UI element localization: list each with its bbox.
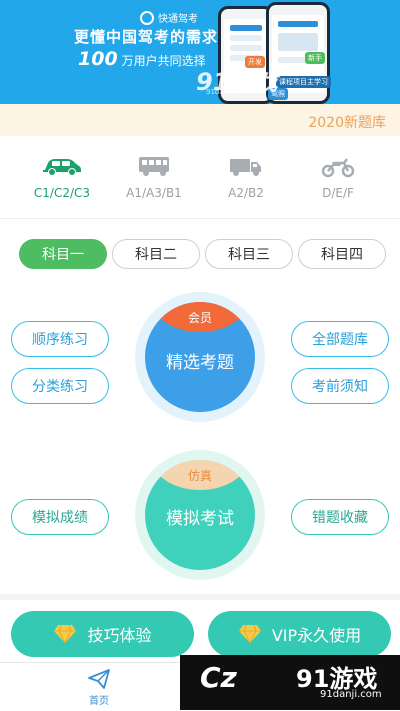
divider bbox=[0, 594, 400, 600]
bus-icon bbox=[139, 157, 169, 176]
truck-icon bbox=[230, 159, 261, 176]
diamond-icon bbox=[54, 624, 77, 644]
practice-circle[interactable]: 会员 精选考题 bbox=[145, 302, 255, 412]
tab-subject-1[interactable]: 科目一 bbox=[19, 239, 107, 269]
car-icon bbox=[43, 159, 81, 176]
divider bbox=[0, 218, 400, 219]
license-label: A1/A3/B1 bbox=[126, 186, 182, 200]
license-tab-a1[interactable]: A1/A3/B1 bbox=[114, 154, 194, 210]
sequential-practice-button[interactable]: 顺序练习 bbox=[11, 321, 109, 357]
exam-circle[interactable]: 仿真 模拟考试 bbox=[145, 460, 255, 570]
vip-button[interactable]: VIP永久使用 bbox=[208, 611, 391, 657]
simulation-badge: 仿真 bbox=[150, 460, 250, 490]
license-label: C1/C2/C3 bbox=[33, 186, 91, 200]
skills-trial-button[interactable]: 技巧体验 bbox=[11, 611, 194, 657]
banner-users: 100 万用户共同选择 bbox=[78, 48, 206, 70]
banner-brand: 快通驾考 bbox=[140, 10, 198, 25]
category-practice-button[interactable]: 分类练习 bbox=[11, 368, 109, 404]
mock-score-button[interactable]: 模拟成绩 bbox=[11, 499, 109, 535]
phone-tag: 新手 bbox=[305, 52, 325, 64]
tab-subject-4[interactable]: 科目四 bbox=[298, 239, 386, 269]
promo-banner[interactable]: 快通驾考 更懂中国驾考的需求 100 万用户共同选择 开发 新手 驾照 课程项目… bbox=[0, 0, 400, 104]
tab-subject-3[interactable]: 科目三 bbox=[205, 239, 293, 269]
license-label: A2/B2 bbox=[228, 186, 264, 200]
paper-plane-icon bbox=[88, 669, 110, 689]
watermark-domain: 91danji.com bbox=[320, 689, 382, 700]
question-bank-strip: 2020新题库 bbox=[0, 104, 400, 136]
question-bank-label: 2020新题库 bbox=[308, 115, 386, 131]
tab-home-label: 首页 bbox=[89, 696, 109, 707]
license-tab-a2[interactable]: A2/B2 bbox=[206, 154, 286, 210]
tab-subject-2[interactable]: 科目二 bbox=[112, 239, 200, 269]
banner-watermark-domain: 91danji.com bbox=[206, 88, 250, 96]
license-tab-c1[interactable]: C1/C2/C3 bbox=[22, 154, 102, 210]
license-tab-d[interactable]: D/E/F bbox=[298, 154, 378, 210]
member-badge: 会员 bbox=[150, 302, 250, 332]
exam-notice-button[interactable]: 考前须知 bbox=[291, 368, 389, 404]
all-questions-button[interactable]: 全部题库 bbox=[291, 321, 389, 357]
diamond-icon bbox=[238, 624, 261, 644]
tab-home[interactable]: 首页 bbox=[76, 668, 122, 708]
steering-wheel-icon bbox=[140, 10, 154, 25]
motorcycle-icon bbox=[321, 158, 355, 178]
banner-slogan: 更懂中国驾考的需求 bbox=[74, 28, 219, 46]
wrong-questions-button[interactable]: 错题收藏 bbox=[291, 499, 389, 535]
license-label: D/E/F bbox=[322, 186, 354, 200]
watermark-cz: Cz bbox=[200, 661, 237, 694]
phone-caption: 课程项目主学习 bbox=[276, 76, 331, 88]
practice-circle-title: 精选考题 bbox=[166, 353, 234, 373]
exam-circle-title: 模拟考试 bbox=[166, 509, 234, 529]
site-watermark: Cz 91游戏 91danji.com bbox=[180, 655, 400, 710]
